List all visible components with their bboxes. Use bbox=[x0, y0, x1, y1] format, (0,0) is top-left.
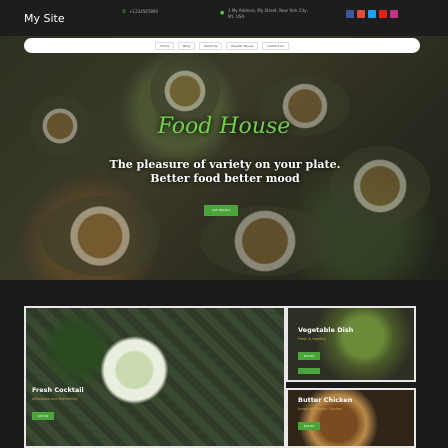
social-links bbox=[346, 10, 398, 18]
get-started-button[interactable]: Get Started bbox=[204, 205, 238, 216]
card-subtitle: Amazing Buttery Chicken bbox=[298, 407, 343, 411]
contact-address: ● 1 My Address, My Street, New York City,… bbox=[220, 8, 308, 20]
google-plus-icon[interactable] bbox=[357, 10, 365, 18]
phone-icon: ✆ bbox=[122, 9, 127, 15]
nav-contact-us[interactable]: Contact Us bbox=[262, 41, 289, 50]
nav-about-us[interactable]: About Us bbox=[198, 41, 223, 50]
address-text: 1 My Address, My Street, New York City, … bbox=[228, 8, 308, 19]
card-order-button[interactable] bbox=[298, 368, 320, 374]
location-pin-icon: ● bbox=[220, 10, 225, 16]
top-header: My Site ✆ +1234567890 ● 1 My Address, My S… bbox=[0, 0, 448, 36]
card-price-button[interactable]: $15.00 bbox=[32, 412, 54, 420]
nav-popular-menus[interactable]: Popular Menus bbox=[226, 41, 259, 50]
dish-image bbox=[200, 206, 330, 276]
main-nav: Home Blog About Us Popular Menus Contact… bbox=[24, 38, 420, 53]
card-subtitle: Affordable and Refreshing bbox=[32, 397, 78, 401]
nav-blog[interactable]: Blog bbox=[178, 41, 195, 50]
card-title: Fresh Cocktail bbox=[32, 386, 84, 394]
menu-card-vegetable-dish[interactable]: Vegetable Dish Fresh & Healthy $30.00 bbox=[286, 306, 416, 382]
hero-title: Food House bbox=[157, 114, 291, 139]
card-title: Butter Chicken bbox=[298, 396, 353, 404]
cocktail-photo bbox=[26, 308, 284, 446]
hero-tagline: The pleasure of variety on your plate. B… bbox=[109, 158, 341, 185]
card-price-button[interactable]: $30.00 bbox=[298, 352, 320, 360]
contact-phone: ✆ +1234567890 bbox=[122, 9, 158, 15]
phone-text: +1234567890 bbox=[129, 9, 159, 14]
instagram-icon[interactable] bbox=[390, 10, 398, 18]
site-title[interactable]: My Site bbox=[24, 12, 65, 25]
card-price-button[interactable]: $45.00 bbox=[298, 422, 320, 430]
menu-card-fresh-cocktail[interactable]: Fresh Cocktail Affordable and Refreshing… bbox=[24, 306, 286, 448]
facebook-icon[interactable] bbox=[346, 10, 354, 18]
menu-card-butter-chicken[interactable]: Butter Chicken Amazing Buttery Chicken $… bbox=[286, 388, 416, 448]
youtube-icon[interactable] bbox=[379, 10, 387, 18]
card-subtitle: Fresh & Healthy bbox=[298, 337, 326, 341]
dish-image bbox=[40, 196, 160, 276]
card-title: Vegetable Dish bbox=[298, 326, 354, 334]
nav-home[interactable]: Home bbox=[155, 41, 175, 50]
twitter-icon[interactable] bbox=[368, 10, 376, 18]
